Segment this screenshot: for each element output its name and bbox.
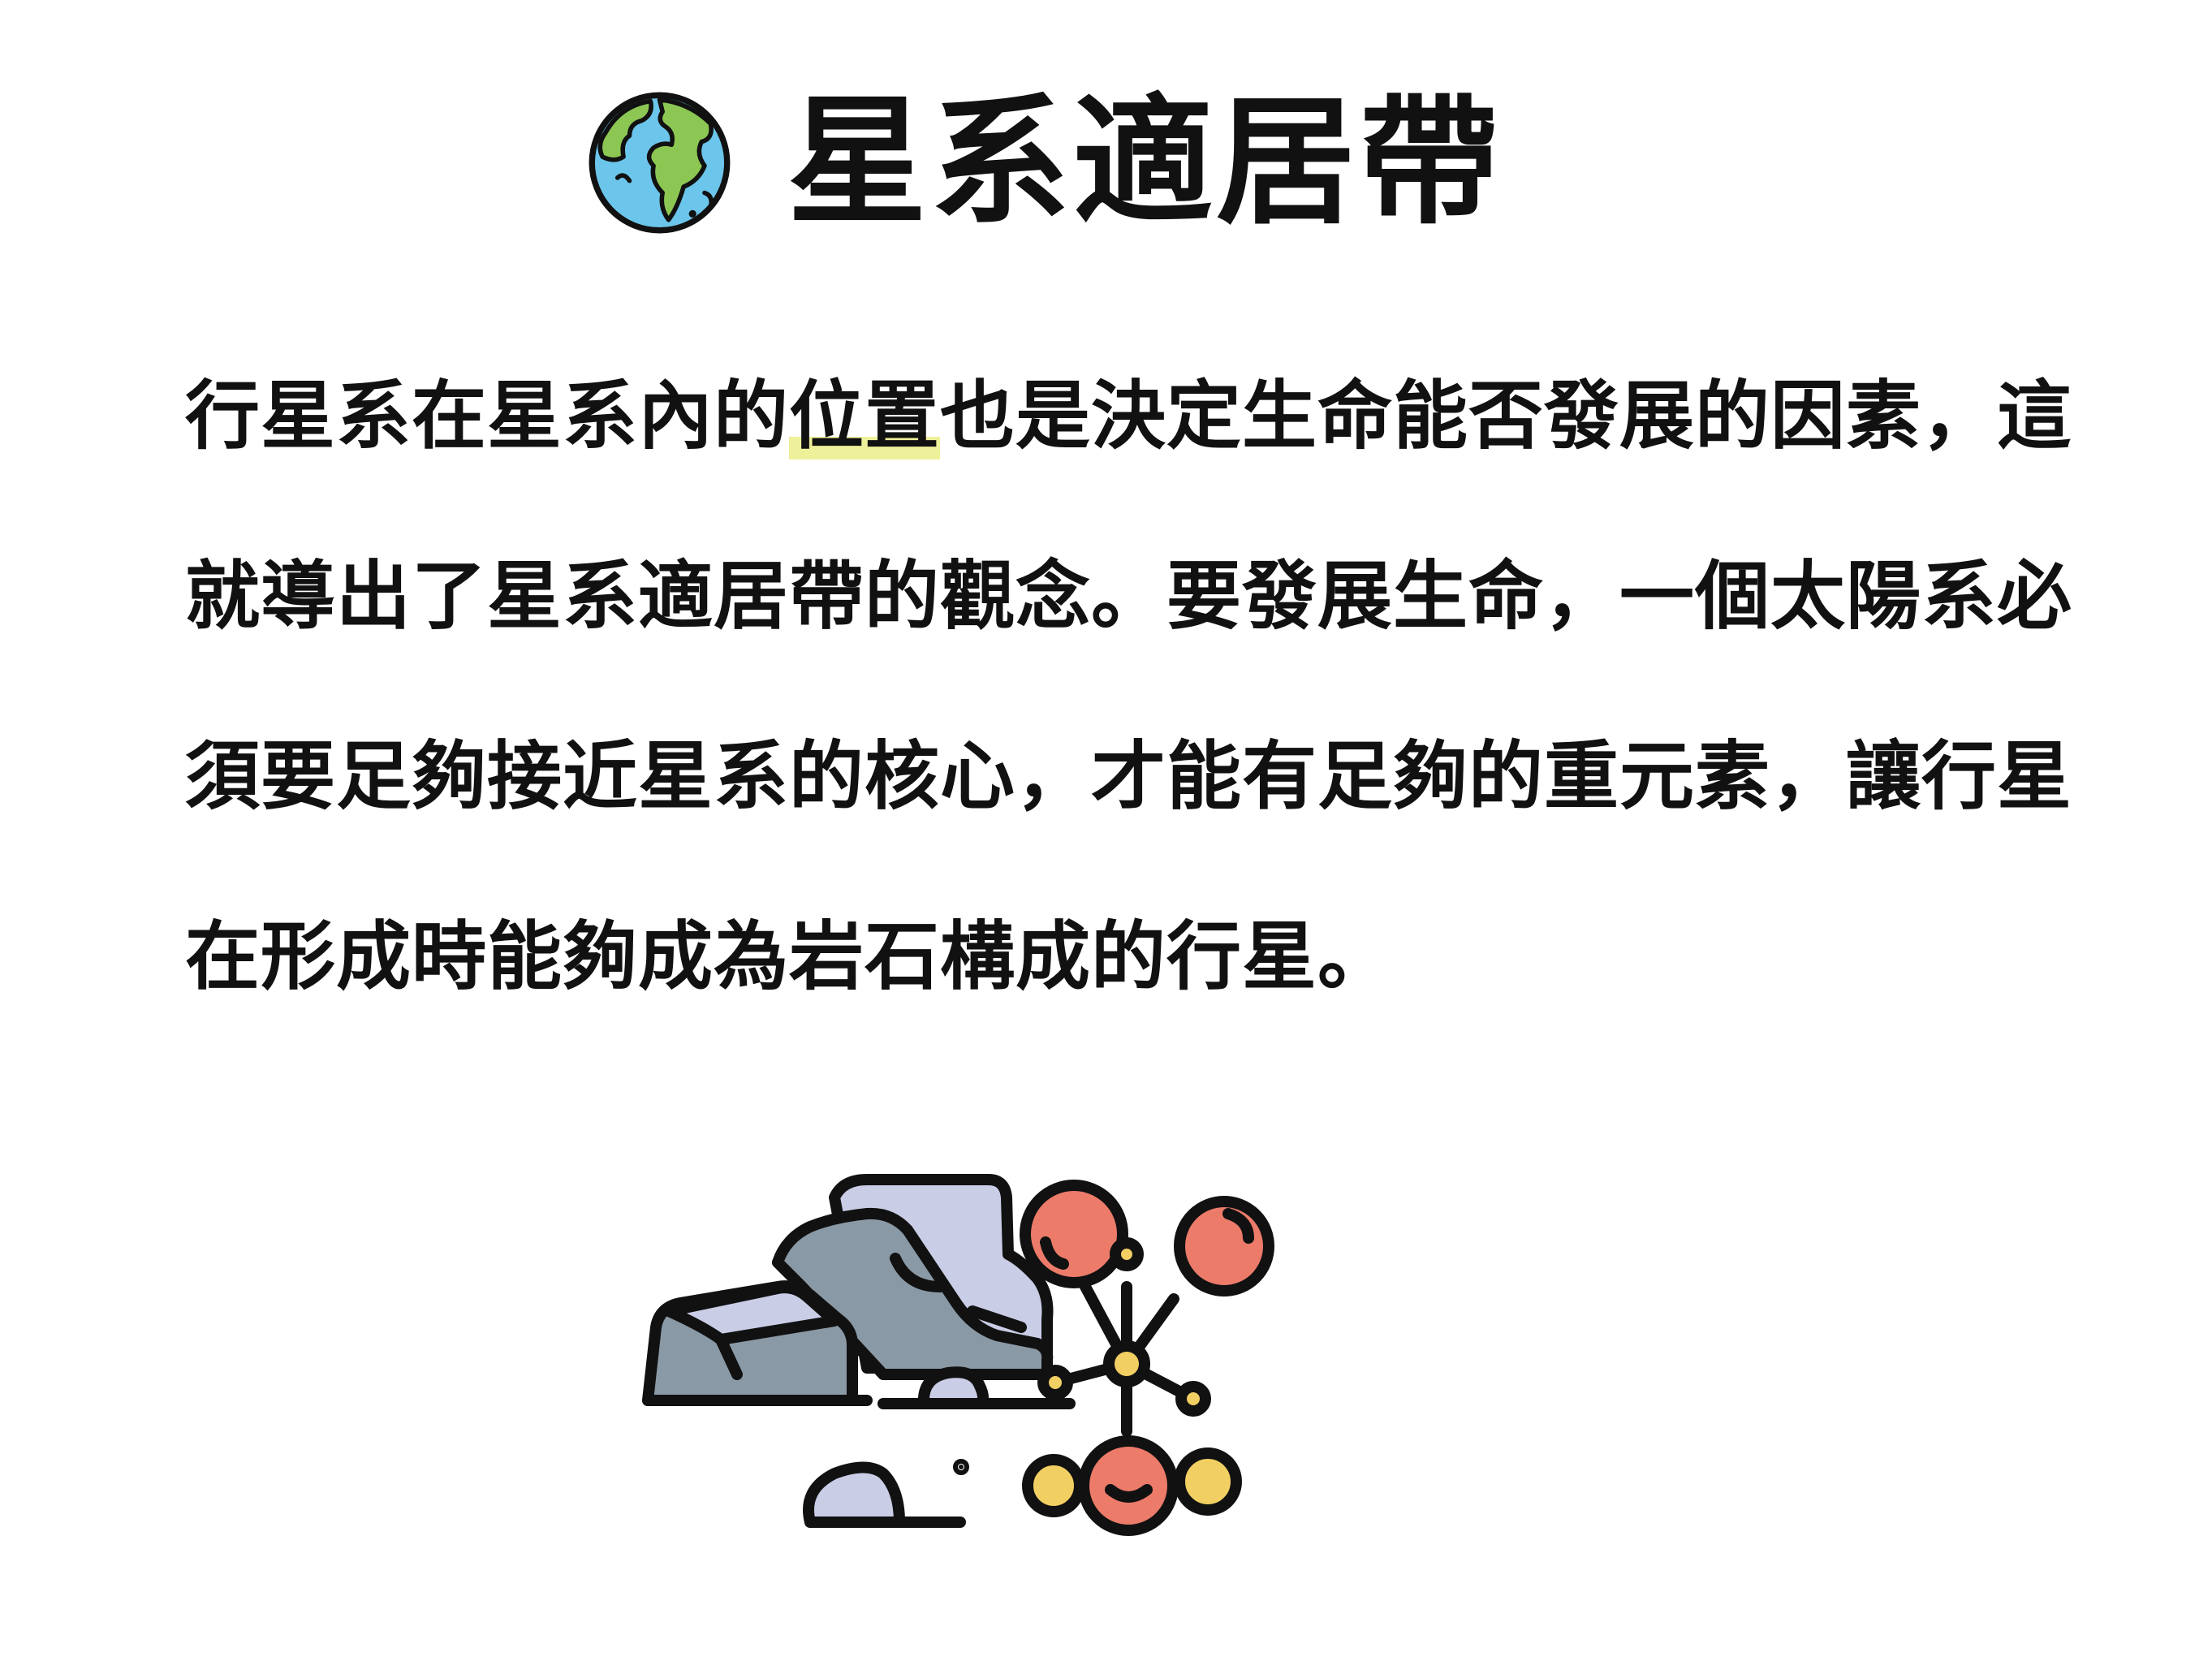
molecule-icon — [1020, 1180, 1274, 1536]
earth-globe-icon — [589, 92, 731, 233]
illustrations — [615, 1165, 1492, 1547]
line-text: 也是決定生命能否發展的因素，這 — [940, 373, 2073, 459]
paragraph-line: 就導出了星系適居帶的觀念。要發展生命，一個太陽系必 — [185, 553, 2073, 640]
illustration-group — [642, 1174, 1274, 1536]
highlighted-text: 位置 — [789, 373, 941, 459]
paragraph-line: 在形成時能夠成為岩石構成的行星。 — [185, 913, 1394, 1000]
line-text: 行星系在星系內的 — [185, 373, 790, 459]
rocks-icon — [642, 1174, 1076, 1528]
page-title: 星系適居帶 — [787, 80, 1502, 244]
paragraph-line: 須要足夠接近星系的核心，才能有足夠的重元素，讓行星 — [185, 733, 2073, 820]
paragraph-line: 行星系在星系內的位置也是決定生命能否發展的因素，這 — [185, 372, 2133, 552]
header: 星系適居帶 — [584, 81, 1502, 244]
body-paragraph: 行星系在星系內的位置也是決定生命能否發展的因素，這 就導出了星系適居帶的觀念。要… — [185, 372, 2133, 1093]
